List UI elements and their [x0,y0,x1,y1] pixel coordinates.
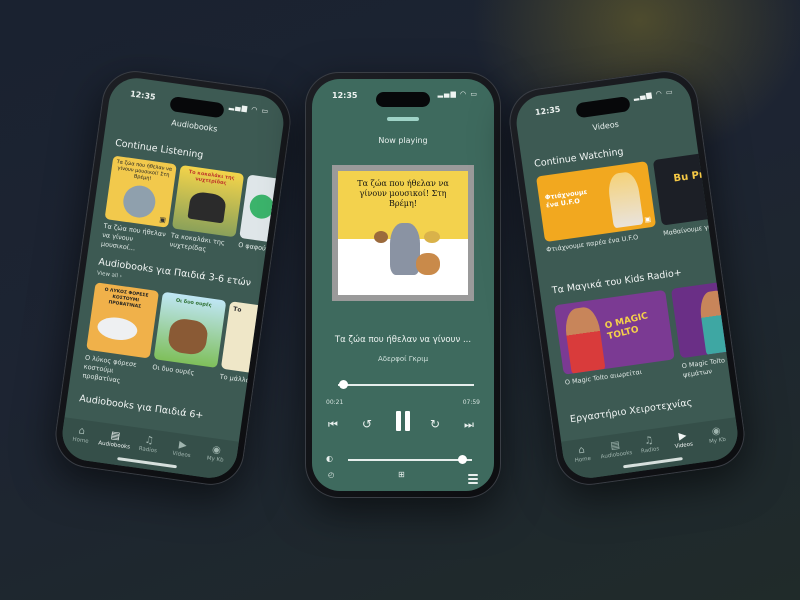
phone-audiobooks: 12:35 ▂▄▆ ◠ ▭ Audiobooks Continue Listen… [51,66,295,490]
videos-screen: 12:35 ▂▄▆ ◠ ▭ Videos Continue Watching Φ… [512,74,742,482]
speaker-icon: ◐ [326,454,333,463]
tab-label: Radios [640,446,660,455]
tab-videos[interactable]: ▶ Videos [665,428,701,451]
tab-my-kb[interactable]: ◉ My Kb [699,424,735,447]
section-6plus-title: Audiobooks για Παιδιά 6+ [78,393,205,422]
presenter-image [606,170,644,229]
album-art: Τα ζώα που ήθελαν να γίνουν μουσικοί! Στ… [338,171,468,295]
sheet-handle[interactable] [387,117,419,121]
tab-audiobooks[interactable]: ▤ Audiobooks [97,428,133,451]
cover-text: Οι δυο ουρές [175,297,212,309]
tab-videos[interactable]: ▶ Videos [164,438,200,461]
speed-icon[interactable]: ◴ [328,471,334,479]
phone-videos: 12:35 ▂▄▆ ◠ ▭ Videos Continue Watching Φ… [505,66,749,490]
thumb-text: O MAGIC TOLTO [603,311,650,343]
tab-radios[interactable]: ♫ Radios [131,433,167,456]
magician-image [562,305,606,374]
track-title: Τα ζώα που ήθελαν να γίνουν ... [334,335,472,345]
continue-card-1[interactable]: Τα ζώα που ήθελαν να γίνουν μουσικοί! Στ… [104,155,177,228]
status-time: 12:35 [129,89,157,102]
section-3-6-title: Audiobooks για Παιδιά 3-6 ετών [97,256,252,289]
rewind-15-button[interactable]: ↺ [362,417,372,431]
book-caption-1: Ο λύκος φόρεσε κοστούμι προβατίνας [82,353,138,385]
volume-track[interactable] [348,459,472,461]
player-screen: 12:35 ▂▄▆ ◠ ▭ Now playing Τα ζώα που ήθε… [312,79,494,491]
phone-player: 12:35 ▂▄▆ ◠ ▭ Now playing Τα ζώα που ήθε… [305,72,501,498]
tab-label: Home [574,455,592,465]
pause-icon-bar [405,411,410,431]
skip-previous-button[interactable]: ⏮ [328,418,338,432]
tab-label: My Kb [708,436,727,446]
status-time: 12:35 [332,91,358,100]
dynamic-island [575,95,631,119]
video-icon: ▣ [643,215,652,224]
cover-illustration [187,190,227,224]
dynamic-island [169,95,225,119]
playlist-line [468,482,478,484]
tab-home[interactable]: ⌂ Home [564,443,600,466]
cover-illustration [166,317,210,357]
pause-icon [396,411,401,431]
forward-15-button[interactable]: ↻ [430,417,440,431]
video-card-1[interactable]: Φτιάχνουμε ένα U.F.O ▣ [536,161,657,243]
thumb-text: Φτιάχνουμε ένα U.F.O [544,187,588,210]
progress-thumb[interactable] [339,380,349,389]
skip-next-button[interactable]: ⏭ [464,418,474,432]
volume-thumb[interactable] [458,455,468,464]
bird-illustration [374,231,388,243]
continue-caption-1: Τα ζώα που ήθελαν να γίνουν μουσικοί... [100,221,167,253]
track-author: Αδερφοί Γκριμ [377,355,429,363]
book-card-2[interactable]: Οι δυο ουρές [153,291,227,368]
cover-illustration [96,315,139,343]
tab-label: Videos [171,450,191,460]
tab-label: Radios [138,445,158,455]
continue-caption-3: Ο φαφούτ αδερφός [237,240,288,258]
status-icons: ▂▄▆ ◠ ▭ [633,87,675,102]
status-icons: ▂▄▆ ◠ ▭ [228,102,270,116]
continue-card-2[interactable]: Το κοκαλάκι της νυχτερίδας [171,164,245,238]
cover-text: Το κοκαλάκι της νυχτερίδας [188,169,235,187]
tab-label: Home [71,436,89,445]
crafts-section-title: Εργαστήριο Χειροτεχνίας [569,397,693,426]
tab-my-kb[interactable]: ◉ My Kb [198,442,234,465]
tab-label: Videos [674,441,694,450]
magic-card-1[interactable]: O MAGIC TOLTO [554,289,675,375]
pause-button[interactable] [392,410,414,432]
elapsed-time: 00:21 [326,399,344,406]
dynamic-island [376,92,430,107]
duration-time: 07:59 [462,399,480,406]
album-cover: Τα ζώα που ήθελαν να γίνουν μουσικοί! Στ… [332,165,474,301]
cover-illustration [121,183,158,220]
tab-radios[interactable]: ♫ Radios [631,433,667,456]
book-card-1[interactable]: Ο ΛΥΚΟΣ ΦΟΡΕΣΕ ΚΟΣΤΟΥΜΙ ΠΡΟΒΑΤΙΝΑΣ [86,282,160,359]
dog-illustration [416,253,440,275]
page-title: Now playing [378,136,428,145]
book-icon: ▣ [158,215,167,225]
audiobooks-screen: 12:35 ▂▄▆ ◠ ▭ Audiobooks Continue Listen… [58,74,288,482]
progress-track[interactable] [338,384,474,386]
status-time: 12:35 [534,104,561,118]
playlist-line [468,478,478,480]
view-all-label: View all [96,270,119,280]
playlist-line [468,474,478,476]
add-to-list-icon[interactable]: ⊞ [398,470,405,479]
video-card-2[interactable]: Bu Pro [652,149,742,226]
horn-illustration [424,231,440,243]
status-icons: ▂▄▆ ◠ ▭ [437,90,478,98]
tab-home[interactable]: ⌂ Home [63,423,99,446]
playlist-icon[interactable] [468,472,478,486]
album-title-text: Τα ζώα που ήθελαν να γίνουν μουσικοί! Στ… [357,179,449,208]
chevron-right-icon: › [119,273,123,280]
tab-audiobooks[interactable]: ▤ Audiobooks [598,438,634,461]
cover-text: Τα ζώα που ήθελαν να γίνουν μουσικοί! Στ… [116,159,173,183]
view-all-link[interactable]: View all › [96,270,122,279]
cover-text: Ο ΛΥΚΟΣ ΦΟΡΕΣΕ ΚΟΣΤΟΥΜΙ ΠΡΟΒΑΤΙΝΑΣ [104,287,149,310]
tab-label: My Kb [206,455,224,464]
